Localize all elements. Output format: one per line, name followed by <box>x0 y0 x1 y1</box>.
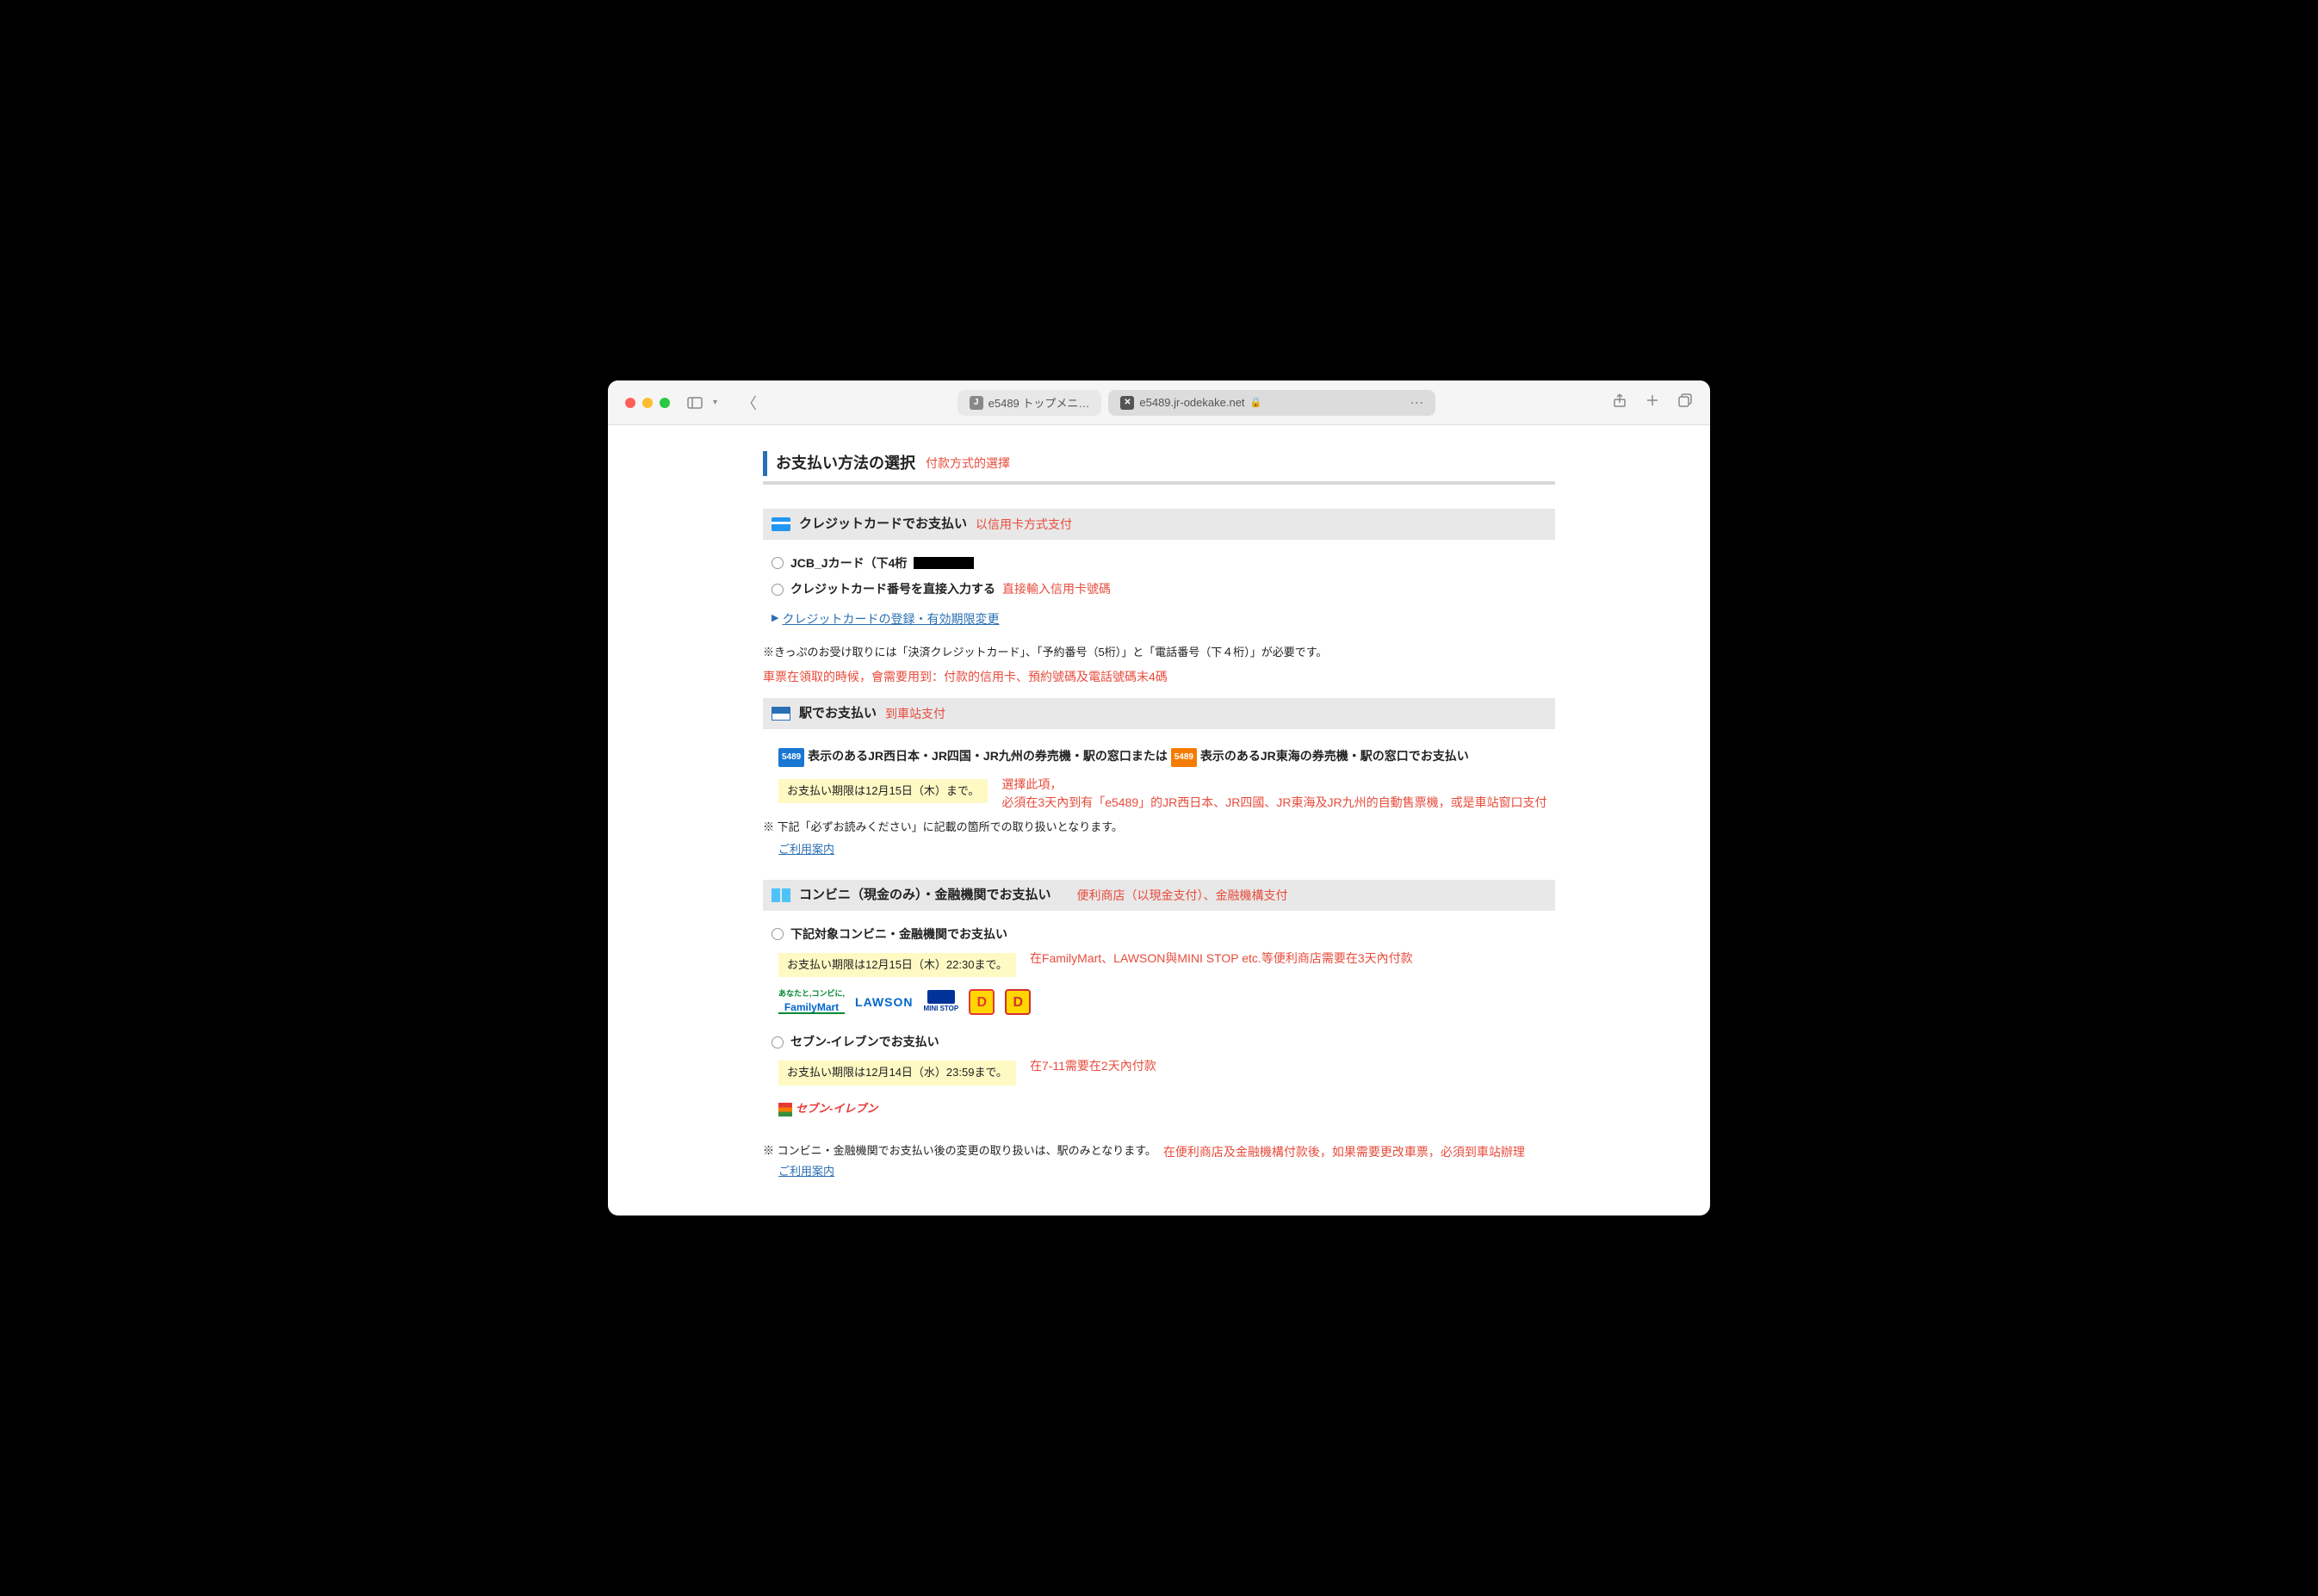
credit-card-link-row: ▶ クレジットカードの登録・有効期限変更 <box>763 603 1555 639</box>
radio-icon <box>772 928 784 940</box>
tab-label: e5489 トップメニ… <box>989 394 1090 411</box>
station-deadline-row: お支払い期限は12月15日（木）まで。 選擇此項， 必須在3天內到有「e5489… <box>763 774 1555 812</box>
radio-jcb-card[interactable]: JCB_Jカード（下4桁 <box>763 550 1555 576</box>
lock-icon: 🔒 <box>1250 397 1262 408</box>
daily-yamazaki-logo: D <box>969 989 995 1015</box>
radio-label: クレジットカード番号を直接入力する <box>790 579 995 598</box>
toolbar-right <box>1612 393 1693 412</box>
radio-label: JCB_Jカード（下4桁 <box>790 554 907 572</box>
maximize-window-button[interactable] <box>660 398 670 408</box>
ministop-logo: MINI STOP <box>923 990 958 1014</box>
credit-card-note-annotation: 車票在領取的時候，會需要用到：付款的信用卡、預約號碼及電話號碼末4碼 <box>763 667 1555 686</box>
station-annotation: 選擇此項， 必須在3天內到有「e5489」的JR西日本、JR四國、JR東海及JR… <box>1001 774 1546 812</box>
tab-inactive[interactable]: J e5489 トップメニ… <box>958 390 1102 416</box>
redacted-digits <box>914 557 974 569</box>
station-deadline: お支払い期限は12月15日（木）まで。 <box>778 779 988 804</box>
titlebar: ▾ 〈 J e5489 トップメニ… ✕ e5489.jr-odekake.ne… <box>608 380 1710 425</box>
convenience-annotation1: 在FamilyMart、LAWSON與MINI STOP etc.等便利商店需要… <box>1030 948 1413 968</box>
badge-5489-blue: 5489 <box>778 748 804 767</box>
radio-label: 下記対象コンビニ・金融機関でお支払い <box>790 925 1007 943</box>
store-logos: あなたと,コンビに, FamilyMart LAWSON MINI STOP D… <box>763 982 1555 1029</box>
more-icon[interactable]: ⋯ <box>1410 394 1423 411</box>
convenience-footer-note: ※ コンビニ・金融機関でお支払い後の変更の取り扱いは、駅のみとなります。 在便利… <box>763 1142 1555 1161</box>
section-annotation: 便利商店（以現金支付）、金融機構支付 <box>1077 886 1288 905</box>
close-window-button[interactable] <box>625 398 635 408</box>
back-button[interactable]: 〈 <box>734 392 764 414</box>
station-guide-link[interactable]: ご利用案内 <box>778 841 1555 859</box>
radio-icon <box>772 584 784 596</box>
footer-note-jp: ※ コンビニ・金融機関でお支払い後の変更の取り扱いは、駅のみとなります。 <box>763 1142 1156 1160</box>
seven-eleven-logo-row: セブン-イレブン <box>763 1091 1555 1135</box>
radio-icon <box>772 557 784 569</box>
station-icon <box>772 707 790 721</box>
footer-note-annotation: 在便利商店及金融機構付款後，如果需要更改車票，必須到車站辦理 <box>1163 1142 1525 1161</box>
section-station-header: 駅でお支払い 到車站支付 <box>763 698 1555 729</box>
section-title: クレジットカードでお支払い <box>799 514 967 535</box>
register-card-link[interactable]: クレジットカードの登録・有効期限変更 <box>782 609 999 628</box>
tab-label: e5489.jr-odekake.net <box>1139 396 1244 409</box>
section-annotation: 以信用卡方式支付 <box>976 515 1072 534</box>
station-text-1: 表示のあるJR西日本・JR四国・JR九州の券売機・駅の窓口または <box>808 749 1168 763</box>
radio-label: セブン-イレブンでお支払い <box>790 1032 939 1051</box>
convenience-deadline2: お支払い期限は12月14日（水）23:59まで。 <box>778 1061 1016 1086</box>
share-icon[interactable] <box>1612 393 1627 412</box>
favicon-x-icon: ✕ <box>1120 396 1134 410</box>
lawson-logo: LAWSON <box>855 990 913 1014</box>
radio-convenience-stores[interactable]: 下記対象コンビニ・金融機関でお支払い <box>763 921 1555 947</box>
station-note: ※ 下記「必ずお読みください」に記載の箇所での取り扱いとなります。 <box>763 819 1555 837</box>
radio-icon <box>772 1036 784 1049</box>
radio-seven-eleven[interactable]: セブン-イレブンでお支払い <box>763 1029 1555 1055</box>
convenience-icon <box>772 888 790 902</box>
convenience-deadline1: お支払い期限は12月15日（木）22:30まで。 <box>778 953 1016 978</box>
new-tab-icon[interactable] <box>1645 393 1660 412</box>
station-description: 5489 表示のあるJR西日本・JR四国・JR九州の券売機・駅の窓口または 54… <box>763 739 1555 773</box>
convenience-guide-link[interactable]: ご利用案内 <box>778 1163 1555 1181</box>
section-title: コンビニ（現金のみ）・金融機関でお支払い <box>799 885 1051 906</box>
page-title: お支払い方法の選択 <box>776 451 915 476</box>
convenience-deadline2-row: お支払い期限は12月14日（水）23:59まで。 在7-11需要在2天內付款 <box>763 1055 1555 1091</box>
page-title-row: お支払い方法の選択 付款方式的選擇 <box>763 451 1555 476</box>
seven-stripes-icon <box>778 1103 792 1117</box>
tab-active[interactable]: ✕ e5489.jr-odekake.net 🔒 ⋯ <box>1108 390 1435 416</box>
page-content: お支払い方法の選択 付款方式的選擇 クレジットカードでお支払い 以信用卡方式支付… <box>608 425 1710 1216</box>
radio-annotation: 直接輸入信用卡號碼 <box>1002 579 1111 598</box>
chevron-down-icon[interactable]: ▾ <box>713 398 717 407</box>
section-title: 駅でお支払い <box>799 703 877 724</box>
tabs-area: J e5489 トップメニ… ✕ e5489.jr-odekake.net 🔒 … <box>822 390 1571 416</box>
page-title-annotation: 付款方式的選擇 <box>926 454 1010 473</box>
triangle-icon: ▶ <box>772 611 778 627</box>
credit-card-icon <box>772 517 790 531</box>
favicon-j-icon: J <box>970 396 983 410</box>
convenience-annotation2: 在7-11需要在2天內付款 <box>1030 1055 1156 1075</box>
radio-direct-input[interactable]: クレジットカード番号を直接入力する 直接輸入信用卡號碼 <box>763 576 1555 602</box>
familymart-logo: あなたと,コンビに, FamilyMart <box>778 990 845 1014</box>
browser-window: ▾ 〈 J e5489 トップメニ… ✕ e5489.jr-odekake.ne… <box>608 380 1710 1216</box>
minimize-window-button[interactable] <box>642 398 653 408</box>
credit-card-note: ※きっぷのお受け取りには「決済クレジットカード」、「予約番号（5桁）」と「電話番… <box>763 644 1555 662</box>
section-convenience-header: コンビニ（現金のみ）・金融機関でお支払い 便利商店（以現金支付）、金融機構支付 <box>763 880 1555 911</box>
convenience-deadline1-row: お支払い期限は12月15日（木）22:30まで。 在FamilyMart、LAW… <box>763 948 1555 983</box>
section-credit-card-header: クレジットカードでお支払い 以信用卡方式支付 <box>763 509 1555 540</box>
sidebar-toggle-icon[interactable] <box>687 395 703 411</box>
section-annotation: 到車站支付 <box>885 704 945 723</box>
seven-eleven-logo: セブン-イレブン <box>778 1098 877 1122</box>
daily-store-logo: D <box>1005 989 1031 1015</box>
title-underline <box>763 481 1555 485</box>
badge-5489-orange: 5489 <box>1171 748 1197 767</box>
station-text-2: 表示のあるJR東海の券売機・駅の窓口でお支払い <box>1200 749 1469 763</box>
traffic-lights <box>625 398 670 408</box>
tabs-overview-icon[interactable] <box>1677 393 1693 412</box>
